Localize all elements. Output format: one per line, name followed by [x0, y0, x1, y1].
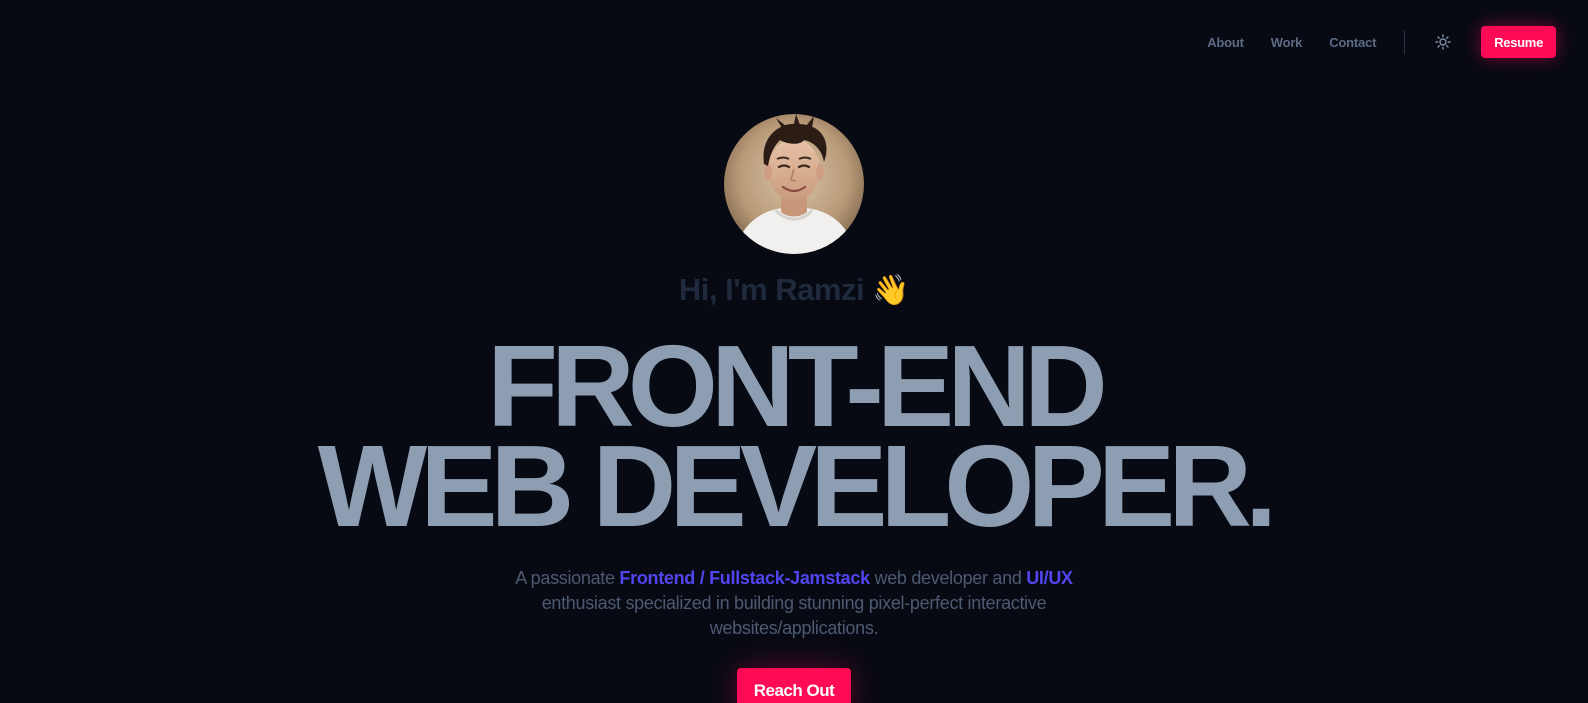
intro-part-1: A passionate	[515, 568, 620, 588]
greeting-text: Hi, I'm Ramzi	[678, 272, 865, 307]
avatar	[724, 114, 864, 254]
intro-text: A passionate Frontend / Fullstack-Jamsta…	[484, 566, 1104, 641]
headline: FRONT-END WEB DEVELOPER.	[0, 328, 1588, 551]
headline-line-2: WEB DEVELOPER.	[317, 421, 1278, 551]
nav-divider	[1404, 30, 1406, 54]
nav-link-contact[interactable]: Contact	[1329, 35, 1376, 50]
reach-out-button[interactable]: Reach Out	[737, 668, 851, 703]
greeting: Hi, I'm Ramzi 👋	[0, 272, 1588, 308]
top-nav: About Work Contact Resume	[1207, 26, 1556, 58]
profile-photo	[724, 114, 864, 254]
nav-link-about[interactable]: About	[1207, 35, 1244, 50]
intro-part-2: web developer and	[869, 568, 1027, 588]
nav-link-work[interactable]: Work	[1271, 35, 1303, 50]
resume-button[interactable]: Resume	[1481, 26, 1556, 58]
wave-emoji-icon: 👋	[872, 274, 910, 307]
sun-icon	[1435, 34, 1451, 50]
intro-part-3: enthusiast specialized in building stunn…	[541, 593, 1047, 638]
theme-toggle-button[interactable]	[1427, 26, 1459, 58]
intro-highlight-frontend: Frontend / Fullstack-Jamstack	[619, 568, 870, 588]
page: About Work Contact Resume Hi, I'm Ramzi …	[0, 0, 1588, 703]
intro-highlight-uiux: UI/UX	[1026, 568, 1073, 588]
